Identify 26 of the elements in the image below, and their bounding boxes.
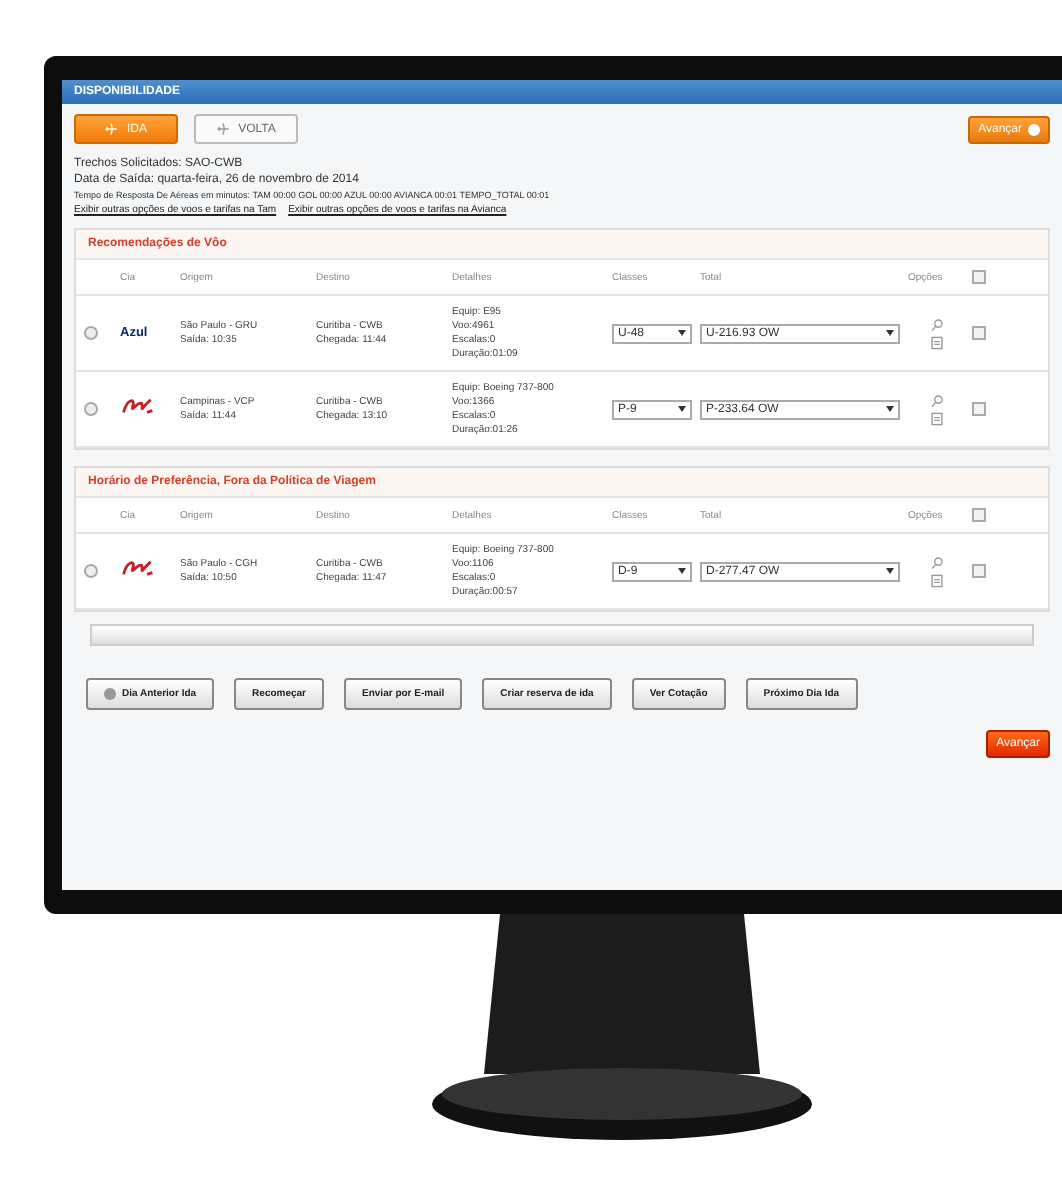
checkbox[interactable] [972, 564, 986, 578]
radio-button[interactable] [84, 326, 98, 340]
caret-icon [678, 568, 686, 574]
checkbox[interactable] [972, 326, 986, 340]
checkbox[interactable] [972, 402, 986, 416]
airplane-icon [104, 122, 119, 136]
airplane-icon [216, 122, 231, 136]
horizontal-scrollbar[interactable] [90, 624, 1034, 646]
circle-icon [104, 688, 116, 700]
search-icon[interactable] [929, 393, 943, 407]
search-icon[interactable] [929, 317, 943, 331]
caret-icon [886, 330, 894, 336]
caret-icon [678, 330, 686, 336]
swirl-logo-icon [120, 396, 156, 418]
document-icon[interactable] [929, 573, 943, 587]
caret-icon [886, 568, 894, 574]
radio-button[interactable] [84, 564, 98, 578]
caret-icon [886, 406, 894, 412]
checkbox[interactable] [972, 270, 986, 284]
document-icon[interactable] [929, 411, 943, 425]
document-icon[interactable] [929, 335, 943, 349]
swirl-logo-icon [120, 558, 156, 580]
caret-icon [678, 406, 686, 412]
radio-button[interactable] [84, 402, 98, 416]
checkbox[interactable] [972, 508, 986, 522]
search-icon[interactable] [929, 555, 943, 569]
